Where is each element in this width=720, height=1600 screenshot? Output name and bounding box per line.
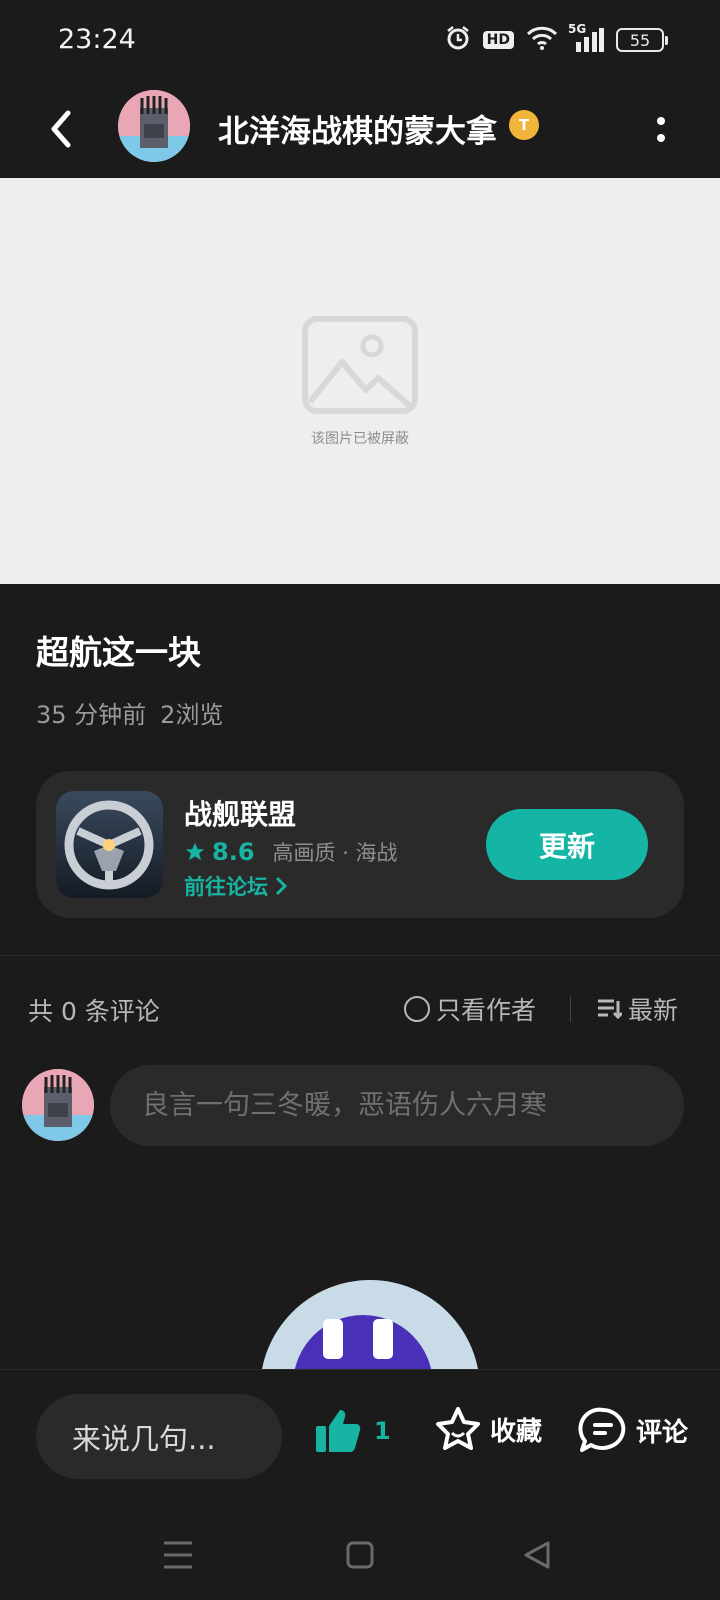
like-button[interactable]: 1 xyxy=(314,1406,391,1456)
update-button[interactable]: 更新 xyxy=(486,809,648,880)
hd-icon: HD xyxy=(482,31,514,49)
coin-badge-icon: T xyxy=(509,110,539,140)
sort-label: 最新 xyxy=(628,996,679,1025)
sort-icon xyxy=(598,999,622,1020)
separator xyxy=(570,996,571,1022)
divider xyxy=(0,955,720,956)
forum-link-label: 前往论坛 xyxy=(184,875,268,899)
author-only-label: 只看作者 xyxy=(436,996,537,1025)
thumbs-up-icon xyxy=(316,1410,361,1452)
game-name: 战舰联盟 xyxy=(184,798,297,831)
status-time: 23:24 xyxy=(58,24,136,55)
back-triangle-icon xyxy=(524,1541,550,1569)
comment-button[interactable]: 评论 xyxy=(578,1406,688,1454)
game-rating: 8.6 高画质 · 海战 xyxy=(184,837,398,867)
more-icon xyxy=(657,116,665,125)
comment-count: 共 0 条评论 xyxy=(28,997,160,1026)
back-button[interactable] xyxy=(36,104,86,154)
wifi-icon xyxy=(526,25,558,55)
home-button[interactable] xyxy=(340,1535,380,1575)
author-name[interactable]: 北洋海战棋的蒙大拿 xyxy=(218,106,497,151)
alarm-icon xyxy=(445,25,471,55)
app-header: 北洋海战棋的蒙大拿 T xyxy=(0,84,720,178)
game-card[interactable]: 战舰联盟 8.6 高画质 · 海战 前往论坛 更新 xyxy=(36,771,684,918)
say-something-input[interactable]: 来说几句... xyxy=(36,1394,282,1479)
post-time: 35 分钟前 xyxy=(36,701,147,729)
favorite-label: 收藏 xyxy=(490,1416,543,1447)
comment-input[interactable] xyxy=(110,1065,684,1146)
image-placeholder-icon xyxy=(302,316,418,414)
radio-icon xyxy=(404,996,430,1022)
rating-value: 8.6 xyxy=(212,838,255,866)
like-count: 1 xyxy=(374,1417,391,1445)
nav-back-button[interactable] xyxy=(517,1535,557,1575)
status-bar: 23:24 HD 5G 55 xyxy=(0,0,720,84)
signal-icon: 5G xyxy=(568,22,604,52)
user-avatar[interactable] xyxy=(22,1069,94,1141)
back-icon xyxy=(51,110,71,148)
more-button[interactable] xyxy=(646,104,676,154)
network-label: 5G xyxy=(568,22,587,36)
author-avatar[interactable] xyxy=(118,90,190,162)
post-title: 超航这一块 xyxy=(36,633,201,672)
forum-link[interactable]: 前往论坛 xyxy=(184,871,288,901)
comment-icon xyxy=(578,1407,626,1452)
menu-button[interactable] xyxy=(158,1535,198,1575)
blocked-image[interactable]: 该图片已被屏蔽 xyxy=(0,178,720,584)
favorite-button[interactable]: 收藏 xyxy=(434,1406,542,1452)
comment-label: 评论 xyxy=(636,1417,689,1448)
star-outline-icon xyxy=(436,1407,480,1450)
blocked-image-text: 该图片已被屏蔽 xyxy=(311,431,409,447)
game-icon[interactable] xyxy=(56,791,163,898)
system-navigation xyxy=(0,1499,720,1600)
battery-icon: 55 xyxy=(616,28,668,52)
home-icon xyxy=(346,1541,374,1569)
mascot-illustration xyxy=(255,1275,485,1370)
bottom-action-bar: 来说几句... 1 收藏 评论 xyxy=(0,1369,720,1499)
chevron-right-icon xyxy=(275,876,288,896)
menu-icon xyxy=(164,1541,192,1569)
status-icons: HD 5G 55 xyxy=(445,22,668,56)
game-tags: 高画质 · 海战 xyxy=(272,841,398,865)
sort-button[interactable]: 最新 xyxy=(596,991,678,1027)
post-views: 2浏览 xyxy=(160,701,224,729)
author-only-toggle[interactable]: 只看作者 xyxy=(404,991,536,1027)
star-icon xyxy=(185,842,205,861)
post-meta: 35 分钟前 2浏览 xyxy=(36,695,237,730)
